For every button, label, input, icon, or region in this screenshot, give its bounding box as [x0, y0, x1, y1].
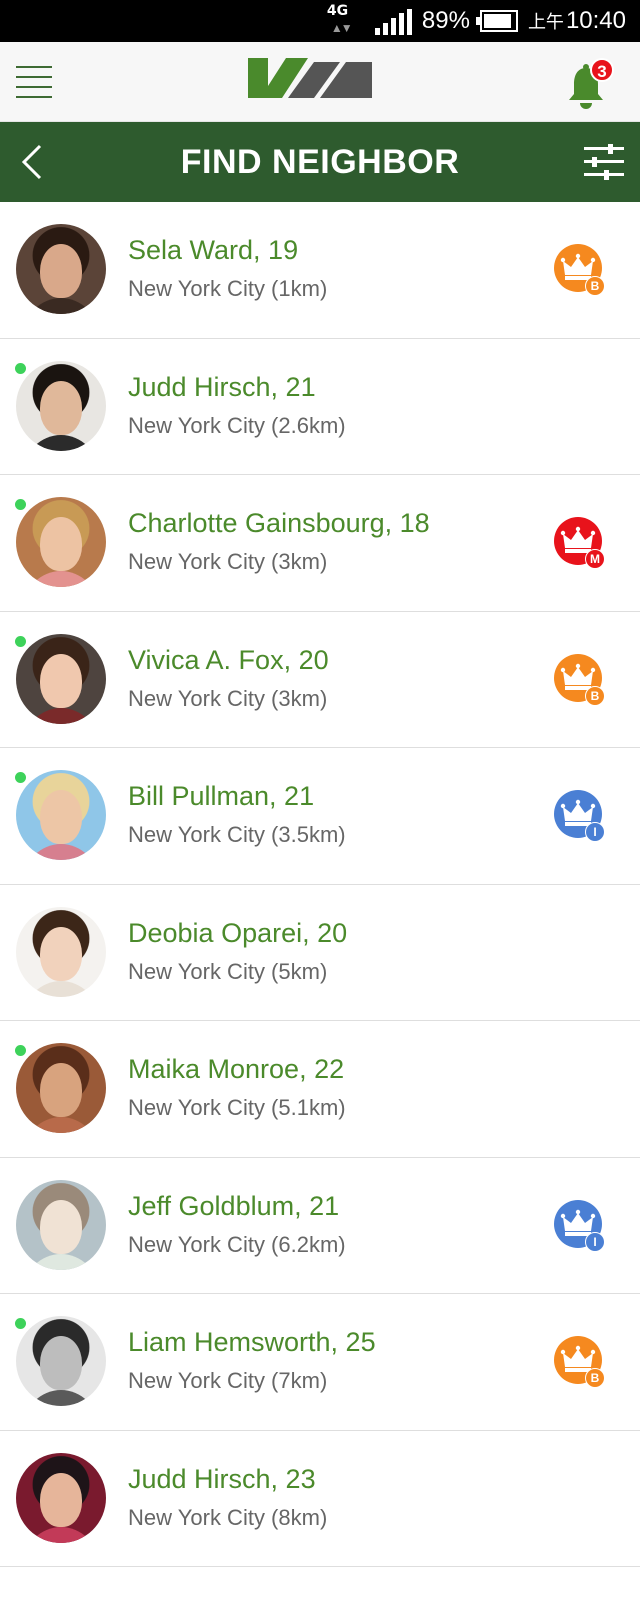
network-4g-icon: 4G ▲▼ [326, 3, 353, 35]
app-header: 3 [0, 42, 640, 122]
online-indicator [15, 1318, 26, 1329]
avatar[interactable] [16, 360, 106, 451]
list-item[interactable]: Vivica A. Fox, 20 New York City (3km) B [0, 612, 640, 748]
online-indicator [15, 1045, 26, 1056]
clock: 上午 10:40 [528, 7, 626, 35]
neighbor-name[interactable]: Charlotte Gainsbourg, 18 [128, 508, 430, 539]
neighbor-name[interactable]: Vivica A. Fox, 20 [128, 645, 329, 676]
notification-button[interactable]: 3 [566, 58, 626, 110]
avatar[interactable] [16, 633, 106, 724]
avatar[interactable] [16, 770, 106, 860]
avatar[interactable] [16, 497, 106, 587]
list-item[interactable]: Sela Ward, 19 New York City (1km) B [0, 202, 640, 339]
membership-badge: B [554, 653, 605, 706]
list-item[interactable]: Jeff Goldblum, 21 New York City (6.2km) I [0, 1158, 640, 1294]
online-indicator [15, 362, 26, 374]
membership-badge: I [554, 1199, 605, 1252]
hamburger-menu-icon[interactable] [16, 66, 52, 98]
neighbor-list: Sela Ward, 19 New York City (1km) B Judd Hi… [0, 202, 640, 1567]
list-item[interactable]: Liam Hemsworth, 25 New York City (7km) B [0, 1294, 640, 1431]
neighbor-location: New York City (7km) [128, 1368, 328, 1393]
clock-time: 10:40 [565, 7, 626, 34]
list-item[interactable]: Charlotte Gainsbourg, 18 New York City (3… [0, 475, 640, 612]
neighbor-location: New York City (3.5km) [128, 822, 346, 847]
list-item[interactable]: Judd Hirsch, 23 New York City (8km) [0, 1431, 640, 1567]
network-type-label: 4G [326, 3, 349, 19]
online-indicator [15, 772, 26, 783]
online-indicator [15, 499, 26, 510]
battery-icon [475, 10, 518, 32]
badge-tier-label: B [585, 276, 605, 296]
badge-tier-label: M [585, 549, 605, 569]
notification-count-badge: 3 [590, 58, 614, 82]
avatar[interactable] [16, 1179, 106, 1270]
neighbor-location: New York City (5km) [128, 958, 328, 984]
avatar[interactable] [16, 1452, 106, 1543]
badge-tier-label: B [585, 685, 605, 706]
neighbor-name[interactable]: Maika Monroe, 22 [128, 1054, 344, 1085]
membership-badge: I [554, 790, 605, 842]
neighbor-location: New York City (8km) [128, 1504, 328, 1530]
chevron-left-icon[interactable] [20, 142, 50, 182]
neighbor-location: New York City (3km) [128, 549, 328, 574]
neighbor-name[interactable]: Bill Pullman, 21 [128, 781, 314, 812]
signal-icon [374, 7, 412, 35]
neighbor-location: New York City (1km) [128, 276, 328, 301]
neighbor-name[interactable]: Deobia Oparei, 20 [128, 918, 347, 949]
page-title: FIND NEIGHBOR [180, 143, 460, 181]
neighbor-location: New York City (5.1km) [128, 1095, 346, 1120]
badge-tier-label: I [585, 822, 605, 842]
online-indicator [15, 635, 26, 647]
status-bar: 4G ▲▼ 89% 上午 10:40 [0, 0, 640, 42]
neighbor-location: New York City (6.2km) [128, 1231, 346, 1257]
membership-badge: B [554, 244, 605, 296]
title-bar: FIND NEIGHBOR [0, 122, 640, 202]
neighbor-name[interactable]: Sela Ward, 19 [128, 235, 298, 266]
membership-badge: B [554, 1336, 605, 1388]
list-item[interactable]: Deobia Oparei, 20 New York City (5km) [0, 885, 640, 1021]
app-logo [248, 58, 372, 98]
neighbor-name[interactable]: Judd Hirsch, 21 [128, 372, 316, 403]
neighbor-name[interactable]: Judd Hirsch, 23 [128, 1464, 316, 1495]
neighbor-name[interactable]: Jeff Goldblum, 21 [128, 1191, 339, 1222]
avatar[interactable] [16, 1043, 106, 1133]
list-item[interactable]: Maika Monroe, 22 New York City (5.1km) [0, 1021, 640, 1158]
neighbor-name[interactable]: Liam Hemsworth, 25 [128, 1327, 376, 1358]
avatar[interactable] [16, 1316, 106, 1406]
membership-badge: M [554, 517, 605, 569]
battery-percent: 89% [421, 7, 470, 34]
avatar[interactable] [16, 906, 106, 997]
list-item[interactable]: Bill Pullman, 21 New York City (3.5km) I [0, 748, 640, 885]
clock-ampm: 上午 [527, 12, 564, 32]
sliders-icon[interactable] [584, 144, 624, 180]
neighbor-location: New York City (2.6km) [128, 412, 346, 438]
avatar[interactable] [16, 224, 106, 314]
list-item[interactable]: Judd Hirsch, 21 New York City (2.6km) [0, 339, 640, 475]
badge-tier-label: B [585, 1368, 605, 1388]
neighbor-location: New York City (3km) [128, 685, 328, 711]
badge-tier-label: I [585, 1231, 605, 1252]
